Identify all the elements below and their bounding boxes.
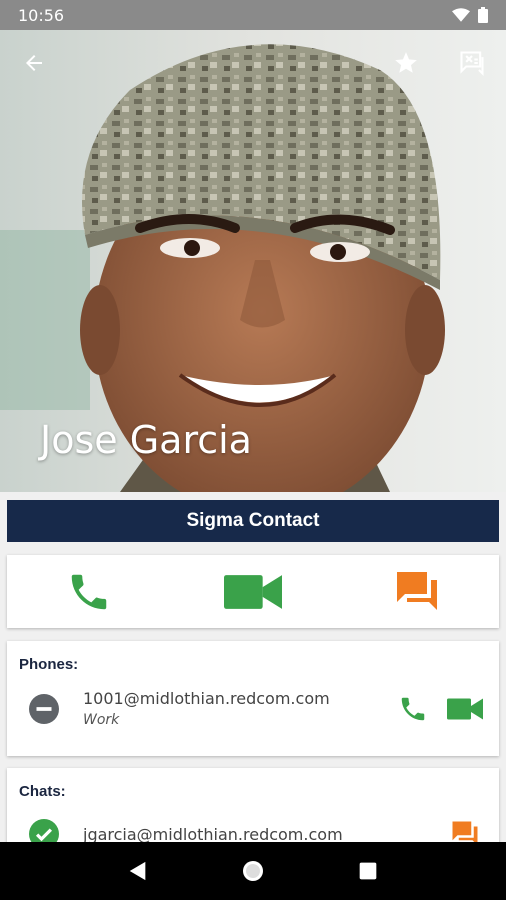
square-recents-icon	[359, 862, 377, 880]
favorite-button[interactable]	[388, 45, 424, 81]
contact-name: Jose Garcia	[40, 418, 252, 462]
phone-video-button[interactable]	[447, 691, 483, 727]
circle-home-icon	[242, 861, 263, 881]
video-camera-icon	[224, 574, 282, 609]
phone-call-button[interactable]	[395, 691, 431, 727]
contact-photo: Jose Garcia	[0, 30, 506, 492]
contact-type-label: Sigma Contact	[186, 510, 320, 531]
video-camera-icon	[447, 698, 483, 719]
battery-icon	[478, 7, 488, 23]
chats-section-title: Chats:	[19, 783, 66, 800]
nav-recents-button[interactable]	[350, 853, 386, 889]
phone-icon	[71, 574, 107, 609]
phone-icon	[401, 697, 425, 720]
unlink-contact-button[interactable]	[454, 45, 490, 81]
chat-button[interactable]	[387, 562, 447, 622]
back-button[interactable]	[16, 45, 52, 81]
star-icon	[395, 52, 417, 73]
chat-icon	[397, 571, 437, 610]
phone-address: 1001@midlothian.redcom.com	[83, 689, 330, 708]
phones-section-title: Phones:	[19, 656, 79, 673]
hero-toolbar	[0, 30, 506, 96]
wifi-icon	[452, 8, 470, 22]
status-bar: 10:56	[0, 0, 506, 30]
status-icons	[452, 7, 488, 23]
triangle-back-icon	[129, 861, 145, 881]
contact-type-banner: Sigma Contact	[7, 500, 499, 542]
chat-address: jgarcia@midlothian.redcom.com	[83, 824, 343, 844]
status-time: 10:56	[18, 5, 65, 25]
call-button[interactable]	[59, 562, 119, 622]
video-call-button[interactable]	[223, 562, 283, 622]
contact-card-x-icon	[460, 51, 484, 77]
arrow-left-icon	[26, 55, 42, 71]
list-item: 1001@midlothian.redcom.com Work	[7, 689, 499, 728]
navigation-bar	[0, 842, 506, 900]
phone-type: Work	[83, 712, 120, 728]
phones-card: Phones: 1001@midlothian.redcom.com Work	[7, 641, 499, 756]
status-unavailable-icon	[27, 692, 61, 726]
nav-back-button[interactable]	[120, 853, 156, 889]
quick-actions-card	[7, 555, 499, 628]
nav-home-button[interactable]	[235, 853, 271, 889]
